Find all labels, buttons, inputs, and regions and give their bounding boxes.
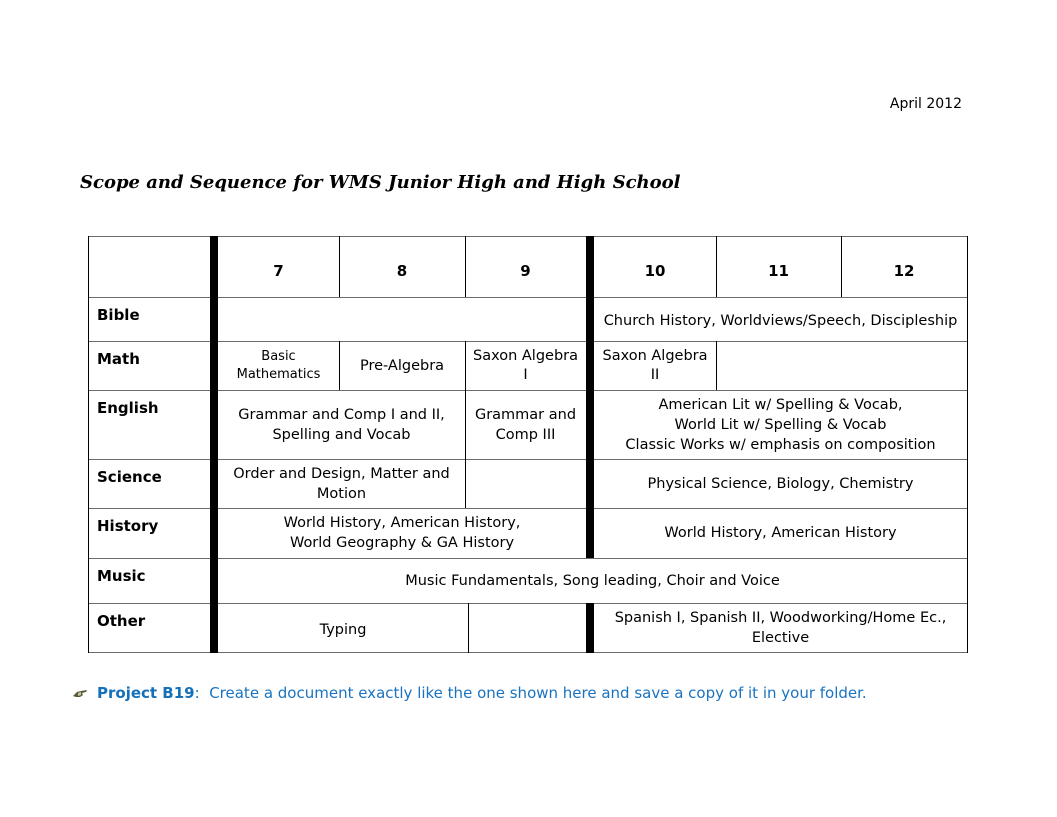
english-grade-9-cell: Grammar and Comp III (474, 406, 577, 443)
math-grade-10-cell: Saxon Algebra II (602, 347, 708, 383)
table-border-left (88, 236, 89, 653)
grid-line (465, 341, 466, 390)
grid-line (88, 558, 968, 559)
grid-line (88, 236, 968, 237)
english-grade-7-8-cell: Grammar and Comp I and II, Spelling and … (238, 406, 445, 443)
other-grade-7-8-cell: Typing (319, 622, 367, 638)
science-grade-7-8-cell: Order and Design, Matter and Motion (233, 465, 450, 502)
grid-line (88, 603, 968, 604)
header-grade-10: 10 (644, 261, 666, 280)
bible-high-school-cell: Church History, Worldviews/Speech, Disci… (603, 313, 958, 329)
grid-line (88, 297, 968, 298)
grid-line (841, 236, 842, 297)
project-note: Project B19: Create a document exactly l… (72, 684, 867, 703)
grid-line (88, 390, 968, 391)
label-column-divider (210, 236, 218, 653)
science-high-school-cell: Physical Science, Biology, Chemistry (647, 475, 914, 492)
music-all-grades-cell: Music Fundamentals, Song leading, Choir … (405, 572, 780, 589)
grid-line (468, 603, 469, 653)
grid-line (716, 236, 717, 297)
row-label-english: English (97, 399, 159, 417)
table-border-right (967, 236, 968, 653)
grid-line (88, 652, 968, 653)
header-grade-11: 11 (768, 261, 789, 280)
grid-line (465, 390, 466, 508)
math-grade-9-cell: Saxon Algebra I (472, 347, 579, 383)
math-grade-11-12-cell (716, 341, 967, 390)
english-high-school-cell: American Lit w/ Spelling & Vocab, World … (625, 396, 936, 453)
project-label: Project B19 (97, 684, 195, 702)
project-separator: : (194, 684, 210, 702)
grid-line (339, 236, 340, 297)
bible-jr-high-cell (218, 297, 586, 341)
header-grade-12: 12 (893, 261, 915, 280)
header-grade-8: 8 (396, 261, 408, 280)
header-grade-7: 7 (273, 261, 284, 280)
row-label-science: Science (97, 468, 162, 486)
grid-line (88, 459, 968, 460)
row-label-music: Music (97, 567, 146, 585)
grid-line (88, 508, 968, 509)
math-grade-8-cell: Pre-Algebra (359, 357, 445, 374)
jr-high-high-school-divider (586, 236, 594, 558)
grid-line (716, 341, 717, 390)
math-grade-7-cell: Basic Mathematics (236, 348, 321, 382)
row-label-math: Math (97, 350, 140, 368)
science-grade-9-cell (465, 459, 586, 508)
project-instructions: Create a document exactly like the one s… (209, 684, 867, 702)
history-high-school-cell: World History, American History (664, 525, 897, 541)
grid-line (465, 236, 466, 297)
pointing-hand-icon (72, 685, 88, 703)
other-high-school-cell: Spanish I, Spanish II, Woodworking/Home … (614, 610, 947, 646)
grid-line (88, 341, 968, 342)
row-label-other: Other (97, 612, 146, 630)
grid-line (339, 341, 340, 390)
jr-high-high-school-divider (586, 603, 594, 653)
header-corner-cell (88, 236, 210, 297)
history-jr-high-cell: World History, American History, World G… (283, 515, 521, 551)
row-label-history: History (97, 517, 159, 535)
header-grade-9: 9 (520, 261, 531, 280)
other-grade-9-cell (468, 603, 586, 653)
row-label-bible: Bible (97, 306, 140, 324)
